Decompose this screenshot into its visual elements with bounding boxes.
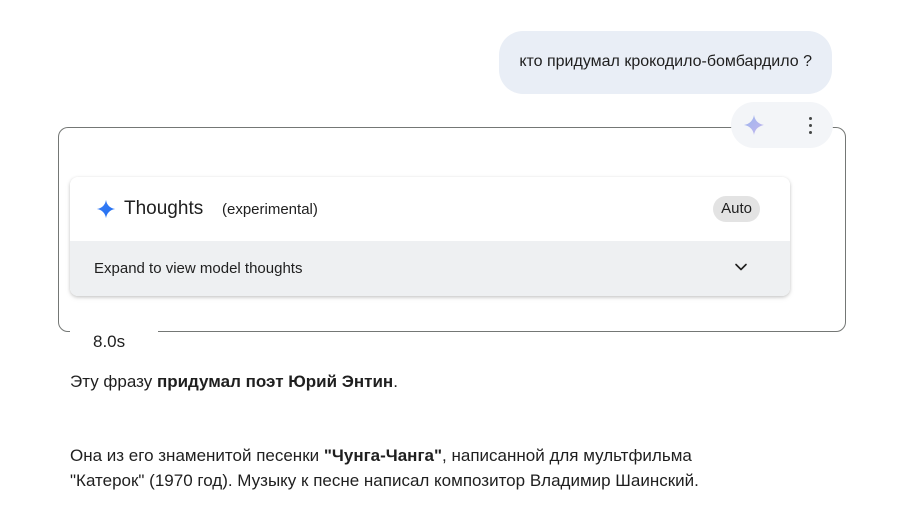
expand-thoughts-button[interactable]: Expand to view model thoughts xyxy=(70,241,790,296)
mode-badge[interactable]: Auto xyxy=(713,196,760,222)
thoughts-header: Thoughts (experimental) Auto xyxy=(70,177,790,241)
gemini-spark-icon[interactable] xyxy=(741,112,767,138)
elapsed-time: 8.0s xyxy=(93,332,126,351)
answer-paragraph-2: Она из его знаменитой песенки "Чунга-Чан… xyxy=(70,443,770,493)
thoughts-subtitle: (experimental) xyxy=(222,201,318,218)
response-actions xyxy=(731,102,833,148)
thoughts-spark-icon xyxy=(96,199,116,219)
answer-paragraph-1: Эту фразу придумал поэт Юрий Энтин. xyxy=(70,369,770,394)
expand-thoughts-label: Expand to view model thoughts xyxy=(94,260,303,277)
user-message-text: кто придумал крокодило-бомбардило ? xyxy=(519,53,812,70)
more-vertical-icon[interactable] xyxy=(797,111,823,139)
thoughts-title: Thoughts xyxy=(124,198,204,219)
answer-text: . xyxy=(393,372,398,391)
answer-bold-text: придумал поэт Юрий Энтин xyxy=(156,372,394,391)
answer-text: Она из его знаменитой песенки xyxy=(70,446,324,465)
answer-bold-text: "Чунга-Чанга" xyxy=(323,446,443,465)
chevron-down-icon xyxy=(735,263,747,271)
answer-text: Эту фразу xyxy=(70,372,157,391)
thoughts-panel: Thoughts (experimental) Auto Expand to v… xyxy=(70,177,790,296)
user-message-bubble: кто придумал крокодило-бомбардило ? xyxy=(499,31,832,94)
elapsed-time-chip: 8.0s xyxy=(70,322,158,360)
